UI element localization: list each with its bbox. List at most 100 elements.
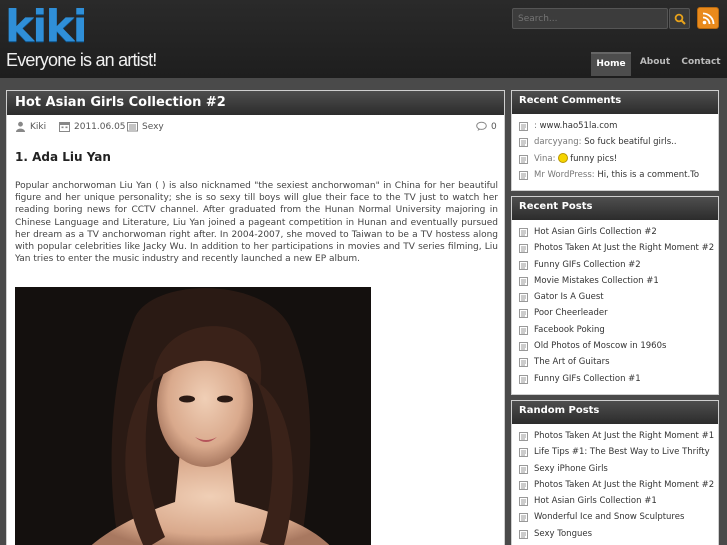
recent-comments-widget: Recent Comments : www.hao51la.com darcyy… xyxy=(511,90,719,191)
post-link[interactable]: Old Photos of Moscow in 1960s xyxy=(512,338,718,354)
post-link-label[interactable]: Gator Is A Guest xyxy=(534,292,604,302)
post-link[interactable]: Funny GIFs Collection #1 xyxy=(512,371,718,387)
post-link[interactable]: Wonderful Ice and Snow Sculptures xyxy=(512,509,718,525)
post-link[interactable]: Gator Is A Guest xyxy=(512,289,718,305)
post-link-label[interactable]: Poor Cheerleader xyxy=(534,308,608,318)
post-doc-icon xyxy=(519,309,528,319)
recent-posts-title: Recent Posts xyxy=(512,197,718,220)
comment-icon xyxy=(476,121,487,131)
comment-item[interactable]: Mr WordPress: Hi, this is a comment.To xyxy=(512,167,718,183)
comment-item[interactable]: darcyyang: So fuck beatiful girls.. xyxy=(512,134,718,150)
site-header: kiki Everyone is an artist! Home About C… xyxy=(0,0,727,78)
post-doc-icon xyxy=(519,497,528,507)
post-link-label[interactable]: Hot Asian Girls Collection #1 xyxy=(534,496,657,506)
portrait-image xyxy=(15,287,371,545)
post-link-label[interactable]: Facebook Poking xyxy=(534,325,605,335)
post-body: Popular anchorwoman Liu Yan ( ) is also … xyxy=(15,181,498,265)
post-doc-icon xyxy=(519,293,528,303)
post-title-bar: Hot Asian Girls Collection #2 xyxy=(7,91,504,115)
post-doc-icon xyxy=(519,276,528,286)
post-link-label[interactable]: Sexy iPhone Girls xyxy=(534,464,608,474)
comment-author[interactable]: Mr WordPress xyxy=(534,170,592,180)
comment-item[interactable]: : www.hao51la.com xyxy=(512,118,718,134)
post-doc-icon xyxy=(519,325,528,335)
post-doc-icon xyxy=(519,342,528,352)
post-link[interactable]: Life Tips #1: The Best Way to Live Thrif… xyxy=(512,444,718,460)
comments-count-text: 0 xyxy=(491,122,497,132)
post-link[interactable]: Photos Taken At Just the Right Moment #1 xyxy=(512,428,718,444)
post-link-label[interactable]: Hot Asian Girls Collection #2 xyxy=(534,227,657,237)
comment-text[interactable]: So fuck beatiful girls.. xyxy=(584,137,676,147)
random-posts-list: Photos Taken At Just the Right Moment #1… xyxy=(512,424,718,542)
nav-contact[interactable]: Contact xyxy=(681,52,721,76)
user-icon xyxy=(16,121,25,132)
comment-doc-icon xyxy=(519,154,528,164)
post-author[interactable]: Kiki xyxy=(15,120,55,134)
post-link[interactable]: Facebook Poking xyxy=(512,322,718,338)
post-link[interactable]: Sexy iPhone Girls xyxy=(512,461,718,477)
comment-item[interactable]: Vina: funny pics! xyxy=(512,151,718,167)
post-link-label[interactable]: Photos Taken At Just the Right Moment #2 xyxy=(534,480,714,490)
post-author-name: Kiki xyxy=(30,122,47,132)
post-date-text: 2011.06.05 xyxy=(74,122,126,132)
comment-text[interactable]: funny pics! xyxy=(570,154,617,164)
site-tagline: Everyone is an artist! xyxy=(6,50,157,70)
post-comments-count[interactable]: 0 xyxy=(476,120,498,134)
post-doc-icon xyxy=(519,513,528,523)
post-category-text: Sexy xyxy=(142,122,164,132)
post-doc-icon xyxy=(519,228,528,237)
rss-feed-button[interactable] xyxy=(697,7,719,29)
section-heading: 1. Ada Liu Yan xyxy=(15,150,111,164)
post-link[interactable]: Hot Asian Girls Collection #1 xyxy=(512,493,718,509)
post-category[interactable]: Sexy xyxy=(127,120,177,134)
comment-text[interactable]: Hi, this is a comment.To xyxy=(597,170,699,180)
nav-about[interactable]: About xyxy=(637,52,673,76)
post-link-label[interactable]: Old Photos of Moscow in 1960s xyxy=(534,341,666,351)
post-doc-icon xyxy=(519,448,528,458)
post-link[interactable]: Poor Cheerleader xyxy=(512,305,718,321)
post-doc-icon xyxy=(519,358,528,368)
search-input[interactable] xyxy=(512,8,668,29)
post-link-label[interactable]: Sexy Tongues xyxy=(534,529,592,539)
post-link-label[interactable]: Wonderful Ice and Snow Sculptures xyxy=(534,512,684,522)
post-link[interactable]: The Art of Guitars xyxy=(512,354,718,370)
post-photo xyxy=(15,287,371,545)
post-link[interactable]: Funny GIFs Collection #2 xyxy=(512,257,718,273)
post-doc-icon xyxy=(519,529,528,539)
post-link[interactable]: Sexy Tongues xyxy=(512,526,718,542)
comment-text[interactable]: www.hao51la.com xyxy=(540,121,618,131)
comment-author[interactable]: Vina xyxy=(534,154,553,164)
post-link-label[interactable]: Photos Taken At Just the Right Moment #1 xyxy=(534,431,714,441)
search-icon xyxy=(674,13,686,25)
post-link-label[interactable]: Life Tips #1: The Best Way to Live Thrif… xyxy=(534,447,710,457)
post-link-label[interactable]: The Art of Guitars xyxy=(534,357,610,367)
post-link[interactable]: Photos Taken At Just the Right Moment #2 xyxy=(512,240,718,256)
post-doc-icon xyxy=(519,480,528,490)
site-logo[interactable]: kiki xyxy=(5,3,88,51)
post-link-label[interactable]: Movie Mistakes Collection #1 xyxy=(534,276,659,286)
smiley-icon xyxy=(558,152,569,163)
post-link-label[interactable]: Funny GIFs Collection #1 xyxy=(534,374,641,384)
recent-comments-list: : www.hao51la.com darcyyang: So fuck bea… xyxy=(512,114,718,183)
post-doc-icon xyxy=(519,464,528,474)
comment-doc-icon xyxy=(519,170,528,180)
recent-posts-widget: Recent Posts Hot Asian Girls Collection … xyxy=(511,196,719,395)
post-link-label[interactable]: Funny GIFs Collection #2 xyxy=(534,260,641,270)
nav-home[interactable]: Home xyxy=(591,52,631,76)
comment-author[interactable]: darcyyang xyxy=(534,137,579,147)
post-link[interactable]: Photos Taken At Just the Right Moment #2 xyxy=(512,477,718,493)
post-title[interactable]: Hot Asian Girls Collection #2 xyxy=(15,94,226,112)
post-link-label[interactable]: Photos Taken At Just the Right Moment #2 xyxy=(534,243,714,253)
folder-icon xyxy=(127,122,138,132)
post-doc-icon xyxy=(519,432,528,441)
calendar-icon xyxy=(59,122,70,132)
post-link[interactable]: Movie Mistakes Collection #1 xyxy=(512,273,718,289)
post-link[interactable]: Hot Asian Girls Collection #2 xyxy=(512,224,718,240)
recent-posts-list: Hot Asian Girls Collection #2 Photos Take… xyxy=(512,220,718,387)
random-posts-title: Random Posts xyxy=(512,401,718,424)
search-button[interactable] xyxy=(669,8,690,29)
rss-icon xyxy=(702,12,715,25)
post-meta: Kiki 2011.06.05 Sexy 0 xyxy=(15,120,498,134)
post-container: Hot Asian Girls Collection #2 Kiki 2011.… xyxy=(6,90,505,545)
comment-doc-icon xyxy=(519,122,528,131)
